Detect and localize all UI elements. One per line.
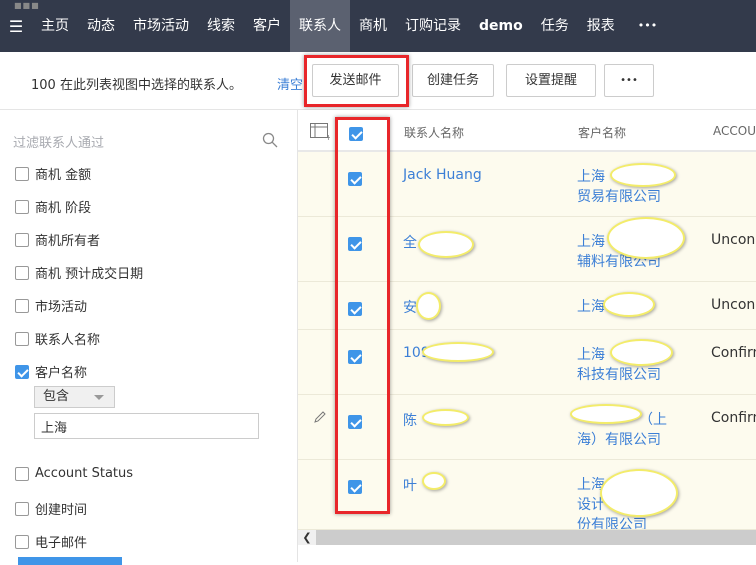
chevron-down-icon xyxy=(94,395,104,400)
condition-value-input[interactable] xyxy=(34,413,259,439)
redaction-mark xyxy=(416,292,441,320)
checkbox-checked[interactable] xyxy=(15,364,29,379)
contact-name-link[interactable]: 全 xyxy=(403,232,417,252)
column-header-account-name[interactable]: 客户名称 xyxy=(578,124,626,141)
scroll-left-icon[interactable]: ❮ xyxy=(298,530,316,545)
filter-label: 过滤联系人通过 xyxy=(13,136,105,151)
filter-label: 市场活动 xyxy=(35,300,88,315)
filter-item-created-time[interactable]: 创建时间 xyxy=(15,499,87,518)
app-grip-icon: ■■■ xyxy=(14,1,40,10)
filter-label: 电子邮件 xyxy=(35,536,88,551)
tab-accounts[interactable]: 客户 xyxy=(244,0,290,52)
tab-reports[interactable]: 报表 xyxy=(578,0,624,52)
search-icon[interactable] xyxy=(262,132,278,148)
clear-selection-link[interactable]: 清空 xyxy=(277,74,303,93)
contact-name-link[interactable]: 陈 xyxy=(403,410,417,430)
redaction-mark xyxy=(418,231,474,258)
checkbox[interactable] xyxy=(15,265,29,280)
checkbox[interactable] xyxy=(15,232,29,247)
more-actions-button[interactable]: ••• xyxy=(604,64,654,97)
column-header-contact-name[interactable]: 联系人名称 xyxy=(404,124,464,141)
account-status: Uncon xyxy=(711,232,756,248)
account-name-line: 海）有限公司 xyxy=(577,432,661,448)
tab-deals[interactable]: 商机 xyxy=(350,0,396,52)
redaction-mark xyxy=(422,342,494,362)
filter-label: 商机 预计成交日期 xyxy=(35,267,144,282)
condition-select[interactable]: 包含 xyxy=(34,386,115,408)
top-nav: ■■■ ☰ 主页 动态 市场活动 线索 客户 联系人 商机 订购记录 demo … xyxy=(0,0,756,52)
hamburger-menu-icon[interactable]: ☰ xyxy=(0,17,32,36)
filter-item-deal-owner[interactable]: 商机所有者 xyxy=(15,230,100,249)
filter-label: 客户名称 xyxy=(35,366,88,381)
apply-filter-button[interactable] xyxy=(18,557,122,565)
edit-pencil-icon[interactable] xyxy=(313,410,327,424)
column-header-account-status[interactable]: ACCOU xyxy=(713,124,756,138)
redaction-mark xyxy=(570,404,642,424)
account-name-line: 份有限公司 xyxy=(577,517,647,530)
account-status: Confirm xyxy=(711,410,756,426)
account-name-line: 科技有限公司 xyxy=(577,367,661,383)
checkbox[interactable] xyxy=(15,199,29,214)
filter-item-deal-stage[interactable]: 商机 阶段 xyxy=(15,197,91,216)
redaction-mark xyxy=(422,472,446,490)
filter-item-email[interactable]: 电子邮件 xyxy=(15,532,87,551)
highlight-box xyxy=(304,55,409,107)
redaction-mark xyxy=(610,163,676,187)
account-name-line: 贸易有限公司 xyxy=(577,189,661,205)
filter-item-account-status[interactable]: Account Status xyxy=(15,466,133,481)
contact-name-link[interactable]: 叶 xyxy=(403,475,417,495)
checkbox[interactable] xyxy=(15,501,29,516)
redaction-mark xyxy=(600,469,678,517)
account-status: Uncon xyxy=(711,297,756,313)
checkbox[interactable] xyxy=(15,466,29,481)
bulk-action-toolbar: 100 在此列表视图中选择的联系人。 清空 发送邮件 创建任务 设置提醒 ••• xyxy=(0,52,756,110)
highlight-box xyxy=(335,117,390,514)
tab-feeds[interactable]: 动态 xyxy=(78,0,124,52)
tab-tasks[interactable]: 任务 xyxy=(532,0,578,52)
filter-label: Account Status xyxy=(35,466,134,481)
condition-value: 包含 xyxy=(43,389,70,404)
filter-label: 商机 阶段 xyxy=(35,201,92,216)
filter-sidebar: 过滤联系人通过 商机 金额 商机 阶段 商机所有者 商机 预计成交日期 市场活动… xyxy=(0,110,298,565)
filter-item-contact-name[interactable]: 联系人名称 xyxy=(15,329,100,348)
contacts-table: + 联系人名称 客户名称 ACCOU Jack Huang 上海 贸易有限公司 全… xyxy=(298,110,756,562)
contact-name-link[interactable]: Jack Huang xyxy=(403,167,482,183)
tab-leads[interactable]: 线索 xyxy=(198,0,244,52)
more-tabs-button[interactable]: ••• xyxy=(624,0,666,52)
filter-label: 商机所有者 xyxy=(35,234,101,249)
redaction-mark xyxy=(607,217,685,259)
checkbox[interactable] xyxy=(15,331,29,346)
filter-label: 联系人名称 xyxy=(35,333,101,348)
filter-item-campaign[interactable]: 市场活动 xyxy=(15,296,87,315)
horizontal-scrollbar[interactable]: ❮ xyxy=(298,530,756,545)
filter-label: 创建时间 xyxy=(35,503,88,518)
tab-orders[interactable]: 订购记录 xyxy=(396,0,470,52)
redaction-mark xyxy=(603,292,655,317)
redaction-mark xyxy=(610,339,673,366)
filter-item-deal-amount[interactable]: 商机 金额 xyxy=(15,164,91,183)
filter-item-deal-close-date[interactable]: 商机 预计成交日期 xyxy=(15,263,143,282)
checkbox[interactable] xyxy=(15,166,29,181)
filter-item-account-name[interactable]: 客户名称 xyxy=(15,362,87,381)
checkbox[interactable] xyxy=(15,534,29,549)
filter-label: 商机 金额 xyxy=(35,168,92,183)
redaction-mark xyxy=(422,409,469,426)
set-reminder-button[interactable]: 设置提醒 xyxy=(506,64,596,97)
checkbox[interactable] xyxy=(15,298,29,313)
tab-campaigns[interactable]: 市场活动 xyxy=(124,0,198,52)
tab-contacts[interactable]: 联系人 xyxy=(290,0,350,52)
account-status: Confirm xyxy=(711,345,756,361)
svg-text:+: + xyxy=(325,133,330,140)
contact-name-link[interactable]: 安 xyxy=(403,297,417,317)
tab-demo[interactable]: demo xyxy=(470,0,532,52)
column-settings-icon[interactable]: + xyxy=(310,123,330,140)
selection-message: 100 在此列表视图中选择的联系人。 xyxy=(31,78,242,93)
create-task-button[interactable]: 创建任务 xyxy=(412,64,494,97)
